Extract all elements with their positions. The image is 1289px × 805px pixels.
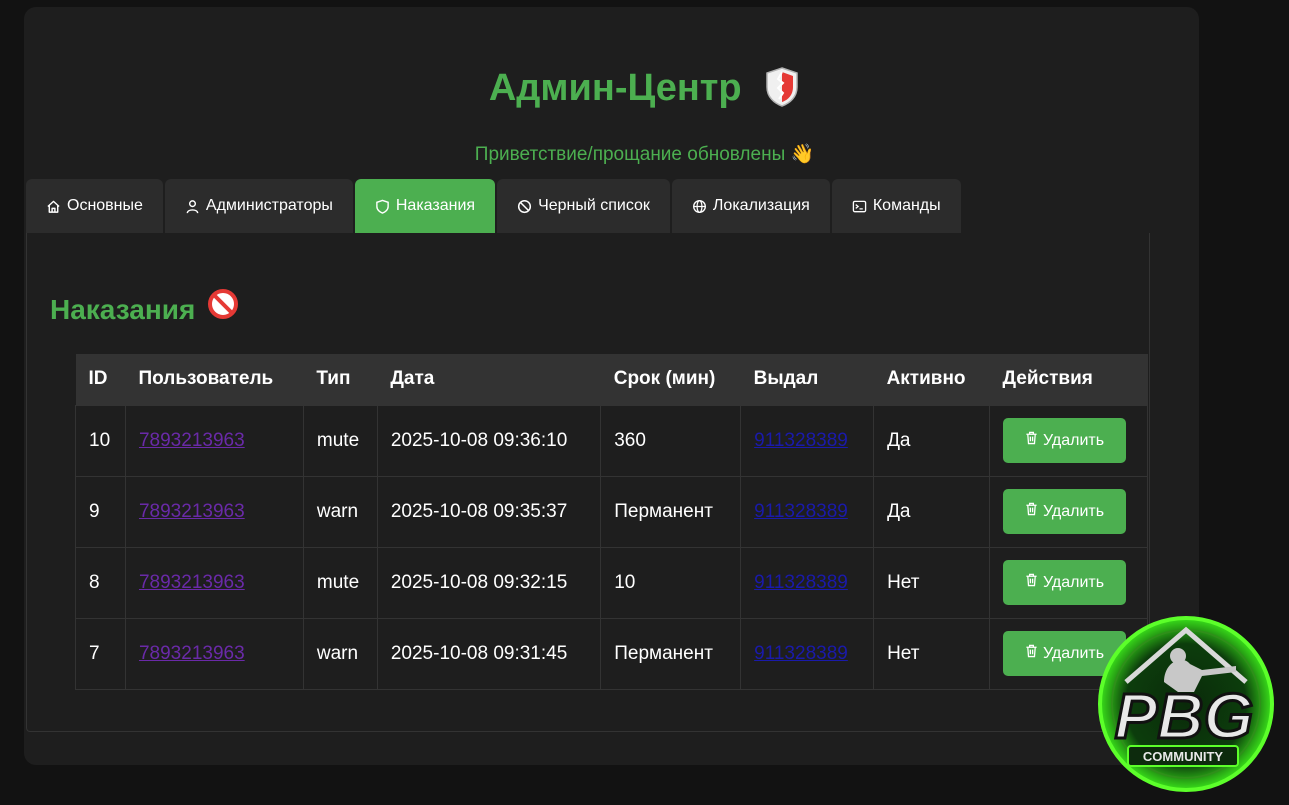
delete-button[interactable]: Удалить (1003, 418, 1126, 463)
tab-label: Наказания (395, 197, 476, 214)
cell-user: 7893213963 (124, 404, 304, 477)
user-icon (185, 199, 200, 214)
prohibited-icon (207, 288, 239, 331)
home-icon (46, 199, 61, 214)
delete-button[interactable]: Удалить (1003, 489, 1126, 534)
cell-user: 7893213963 (124, 475, 304, 548)
cell-date: 2025-10-08 09:35:37 (376, 475, 602, 548)
cell-type: mute (302, 404, 378, 477)
cell-issuer: 911328389 (740, 617, 875, 690)
tab-label: Команды (872, 197, 941, 214)
cell-type: warn (302, 617, 378, 690)
issuer-link[interactable]: 911328389 (754, 643, 848, 664)
cell-id: 8 (75, 546, 126, 619)
trash-icon (1025, 573, 1038, 592)
header-user: Пользователь (125, 354, 304, 405)
cell-user: 7893213963 (124, 617, 304, 690)
table-row: 10 7893213963 mute 2025-10-08 09:36:10 3… (75, 404, 1148, 477)
tab-label: Администраторы (205, 197, 333, 214)
delete-label: Удалить (1042, 431, 1105, 449)
cell-actions: Удалить (989, 404, 1148, 477)
table-header-row: ID Пользователь Тип Дата Срок (мин) Выда… (75, 354, 1148, 405)
delete-label: Удалить (1042, 502, 1105, 520)
tab-commands[interactable]: Команды (831, 179, 961, 233)
cell-term: Перманент (600, 617, 742, 690)
tab-main[interactable]: Основные (26, 179, 163, 233)
issuer-link[interactable]: 911328389 (754, 501, 848, 522)
cell-type: mute (302, 546, 378, 619)
cell-term: 10 (600, 546, 742, 619)
trash-icon (1025, 431, 1038, 450)
cell-id: 7 (75, 617, 126, 690)
header-type: Тип (303, 354, 378, 405)
page-title-text: Админ-Центр (488, 67, 742, 109)
cell-actions: Удалить (989, 475, 1148, 548)
globe-icon (692, 199, 707, 214)
cell-active: Да (873, 404, 990, 477)
issuer-link[interactable]: 911328389 (754, 430, 848, 451)
cell-date: 2025-10-08 09:31:45 (376, 617, 602, 690)
cell-date: 2025-10-08 09:32:15 (376, 546, 602, 619)
tab-label: Черный список (538, 197, 650, 214)
cell-term: Перманент (600, 475, 742, 548)
cell-issuer: 911328389 (740, 475, 875, 548)
tab-label: Локализация (712, 197, 810, 214)
cell-actions: Удалить (989, 546, 1148, 619)
shield-icon (375, 199, 390, 214)
cell-issuer: 911328389 (740, 546, 875, 619)
cell-user: 7893213963 (124, 546, 304, 619)
cell-type: warn (302, 475, 378, 548)
header-term: Срок (мин) (600, 354, 741, 405)
page-title: Админ-Центр (0, 63, 1289, 121)
tab-localization[interactable]: Локализация (671, 179, 830, 233)
user-link[interactable]: 7893213963 (139, 430, 245, 451)
status-text: Приветствие/прощание обновлены (474, 144, 786, 165)
header-active: Активно (873, 354, 990, 405)
punishments-table: ID Пользователь Тип Дата Срок (мин) Выда… (75, 354, 1148, 690)
tab-blacklist[interactable]: Черный список (497, 179, 670, 233)
cell-active: Да (873, 475, 990, 548)
tab-admins[interactable]: Администраторы (164, 179, 353, 233)
header-date: Дата (377, 354, 601, 405)
tab-label: Основные (67, 197, 143, 214)
user-link[interactable]: 7893213963 (139, 643, 245, 664)
header-issuer: Выдал (740, 354, 874, 405)
shield-emblem-icon (764, 66, 800, 121)
section-title-text: Наказания (50, 293, 196, 325)
trash-icon (1025, 644, 1038, 663)
section-title: Наказания (50, 288, 239, 331)
tab-bar: Основные Администраторы Наказания Черный… (26, 179, 1150, 233)
pbg-community-logo: PBG COMMUNITY (1086, 612, 1282, 803)
logo-main-text: PBG (1115, 680, 1254, 752)
delete-button[interactable]: Удалить (1003, 560, 1126, 605)
ban-icon (517, 199, 532, 214)
issuer-link[interactable]: 911328389 (754, 572, 848, 593)
trash-icon (1025, 502, 1038, 521)
waving-hand-icon: 👋 (790, 143, 815, 165)
cell-active: Нет (873, 546, 990, 619)
header-actions: Действия (989, 354, 1148, 405)
user-link[interactable]: 7893213963 (139, 501, 245, 522)
table-row: 8 7893213963 mute 2025-10-08 09:32:15 10… (75, 546, 1148, 619)
header-id: ID (75, 354, 126, 405)
cell-active: Нет (873, 617, 990, 690)
table-row: 9 7893213963 warn 2025-10-08 09:35:37 Пе… (75, 475, 1148, 548)
cell-issuer: 911328389 (740, 404, 875, 477)
cell-id: 9 (75, 475, 126, 548)
delete-label: Удалить (1042, 573, 1105, 591)
terminal-icon (852, 199, 867, 214)
tab-punishments[interactable]: Наказания (354, 179, 496, 233)
status-message: Приветствие/прощание обновлены 👋 (0, 141, 1289, 168)
table-row: 7 7893213963 warn 2025-10-08 09:31:45 Пе… (75, 617, 1148, 690)
logo-sub-text: COMMUNITY (1143, 749, 1223, 764)
user-link[interactable]: 7893213963 (139, 572, 245, 593)
cell-date: 2025-10-08 09:36:10 (376, 404, 602, 477)
cell-term: 360 (600, 404, 742, 477)
cell-id: 10 (75, 404, 126, 477)
